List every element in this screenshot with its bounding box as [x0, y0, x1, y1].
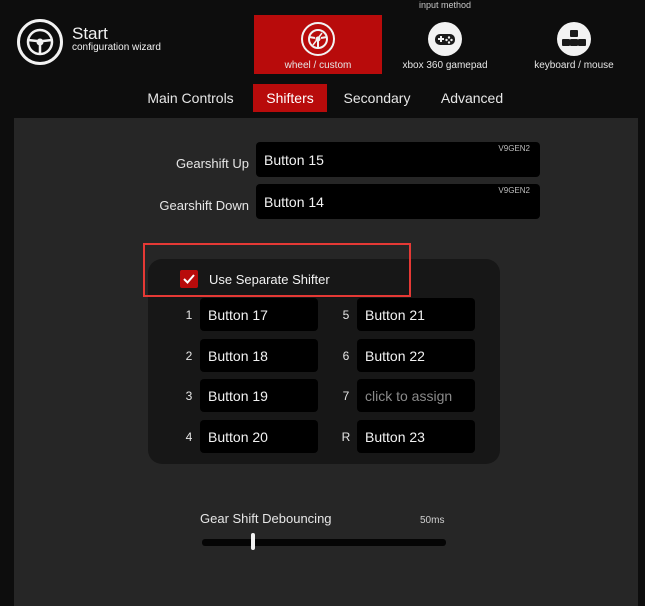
input-method-keyboard-label: keyboard / mouse: [534, 60, 614, 71]
gear-1-number: 1: [185, 308, 193, 322]
gearshift-up-label: Gearshift Up: [176, 156, 249, 171]
gearshift-up-device: V9GEN2: [498, 144, 530, 153]
gearshift-down-binding[interactable]: V9GEN2 Button 14: [256, 184, 540, 219]
input-method-gamepad-button[interactable]: xbox 360 gamepad: [395, 15, 495, 74]
steering-wheel-logo-icon: [17, 19, 63, 65]
steering-wheel-icon: [301, 22, 335, 56]
gear-4-number: 4: [185, 430, 193, 444]
gear-3-number: 3: [185, 389, 193, 403]
tab-bar: Main Controls Shifters Secondary Advance…: [0, 84, 645, 113]
gearshift-down-label: Gearshift Down: [159, 198, 249, 213]
gear-5-number: 5: [342, 308, 350, 322]
tab-advanced[interactable]: Advanced: [433, 84, 511, 112]
gamepad-icon: [428, 22, 462, 56]
gearshift-up-binding[interactable]: V9GEN2 Button 15: [256, 142, 540, 177]
gear-2-binding[interactable]: Button 18: [200, 339, 318, 372]
gear-4-binding[interactable]: Button 20: [200, 420, 318, 453]
gear-3-binding[interactable]: Button 19: [200, 379, 318, 412]
gearshift-down-value: Button 14: [264, 194, 324, 210]
tab-secondary[interactable]: Secondary: [336, 84, 418, 112]
gear-5-binding[interactable]: Button 21: [357, 298, 475, 331]
gear-2-number: 2: [185, 349, 193, 363]
app-subtitle: configuration wizard: [72, 42, 161, 53]
keyboard-icon: [557, 22, 591, 56]
debouncing-value: 50ms: [420, 515, 445, 526]
input-method-gamepad-label: xbox 360 gamepad: [402, 60, 488, 71]
debouncing-label: Gear Shift Debouncing: [200, 511, 332, 526]
gearshift-up-value: Button 15: [264, 152, 324, 168]
gear-7-number: 7: [342, 389, 350, 403]
input-method-wheel-button[interactable]: wheel / custom: [254, 15, 382, 74]
tab-shifters[interactable]: Shifters: [253, 84, 327, 112]
debouncing-slider-thumb[interactable]: [251, 533, 256, 550]
gear-reverse-number: R: [341, 430, 351, 444]
app-title: Start: [72, 24, 108, 43]
highlight-box: [143, 243, 411, 297]
gear-6-binding[interactable]: Button 22: [357, 339, 475, 372]
input-method-wheel-label: wheel / custom: [284, 60, 352, 71]
gear-1-binding[interactable]: Button 17: [200, 298, 318, 331]
gear-6-number: 6: [342, 349, 350, 363]
header: Start configuration wizard input method …: [0, 0, 645, 82]
tab-main-controls[interactable]: Main Controls: [137, 84, 244, 112]
gear-reverse-binding[interactable]: Button 23: [357, 420, 475, 453]
debouncing-slider-track[interactable]: [202, 539, 446, 546]
gearshift-down-device: V9GEN2: [498, 186, 530, 195]
gear-7-binding[interactable]: click to assign: [357, 379, 475, 412]
input-method-keyboard-button[interactable]: keyboard / mouse: [524, 15, 624, 74]
input-method-label: input method: [418, 0, 472, 10]
